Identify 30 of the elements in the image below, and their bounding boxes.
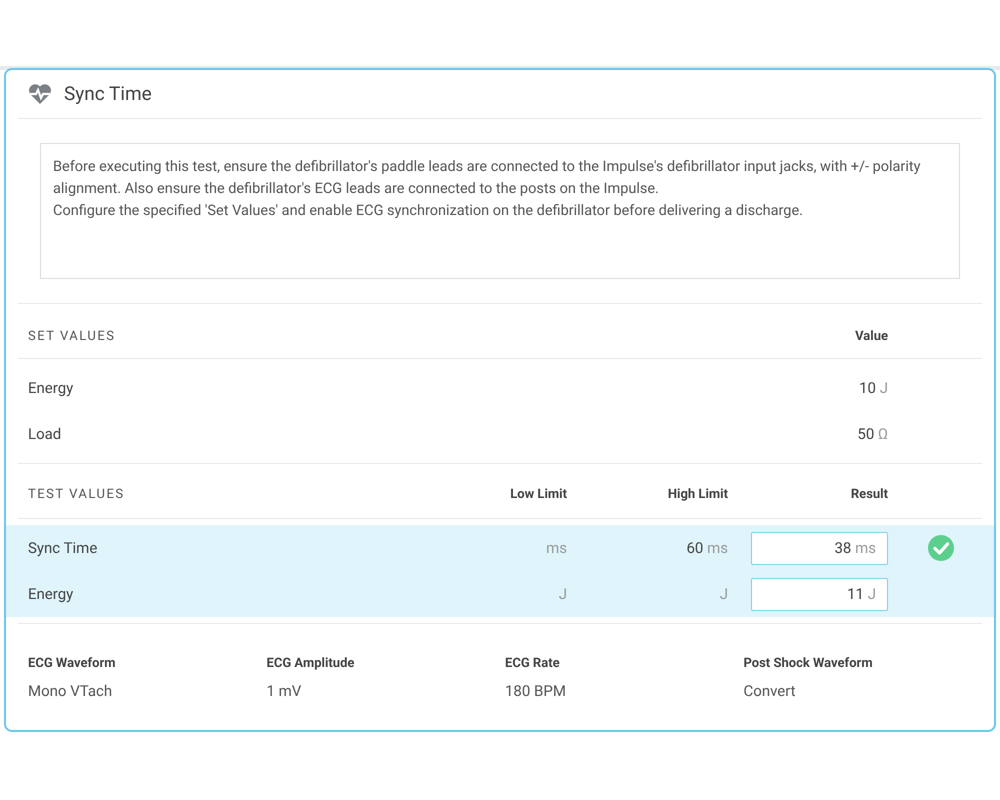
row-label: Energy [28,584,74,605]
heartbeat-icon [28,83,52,105]
setting-value: 1 mV [266,680,302,702]
setting-label: Post Shock Waveform [744,655,874,673]
column-header: Result [850,486,888,504]
low-limit-cell: ms [546,538,567,557]
row-label: Sync Time [28,538,98,559]
section-heading: SET VALUES [28,328,116,346]
setting-value: Convert [744,680,797,702]
panel-title: Sync Time [64,80,152,107]
setting-label: ECG Amplitude [266,655,356,673]
setting-label: ECG Rate [505,655,561,673]
setting-value: Mono VTach [28,680,114,702]
column-header: Value [854,328,888,346]
high-limit-cell: 60 ms [686,538,728,557]
high-limit-cell: J [720,584,728,603]
value-cell: 10 J [859,378,888,397]
column-header: High Limit [666,486,728,504]
row-label: Load [28,424,62,445]
setting-label: ECG Waveform [28,655,116,673]
section-heading: TEST VALUES [28,486,126,504]
instruction-text: Configure the specified 'Set Values' and enable ECG synchronization on the defibrillator before delivering a discharge. [53,201,804,221]
result-field[interactable]: 38 ms [751,532,888,564]
instruction-text: Before executing this test, ensure the defibrillator's paddle leads are connected to the Impulse's defibrillator input jacks, with +/- polarity alignment. Also ensure the defibrillator's ECG leads are connected to the posts on the Impulse. [53,157,922,199]
column-header: Low Limit [509,486,567,504]
row-label: Energy [28,378,74,399]
value-cell: 50 Ω [857,424,888,443]
setting-value: 180 BPM [505,680,567,702]
low-limit-cell: J [558,584,567,603]
result-field[interactable]: 11 J [751,578,888,610]
